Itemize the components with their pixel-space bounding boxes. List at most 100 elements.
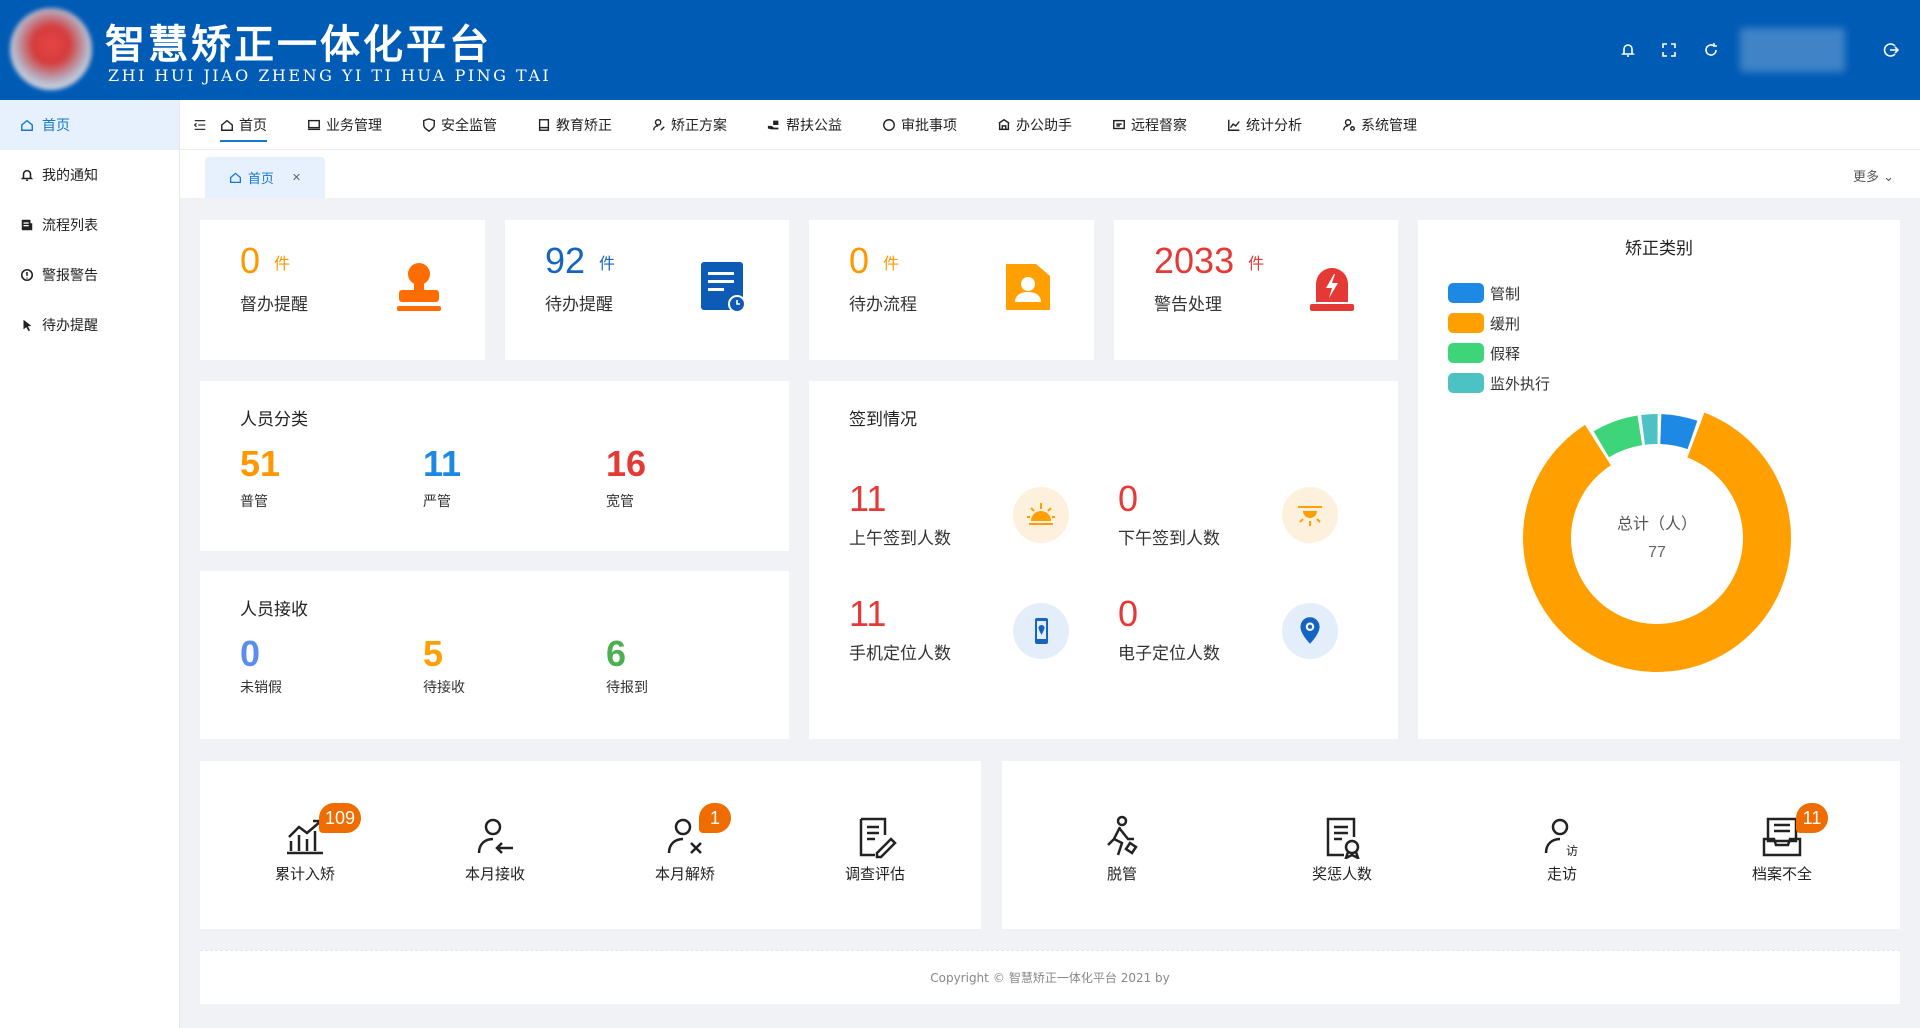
- nav-label: 教育矫正: [556, 117, 612, 134]
- stat-card-warning[interactable]: 2033 件 警告处理: [1114, 220, 1398, 360]
- nav-label: 首页: [239, 117, 267, 134]
- quick-survey-assess[interactable]: 调查评估: [825, 815, 925, 884]
- sidebar-item-todo[interactable]: 待办提醒: [0, 300, 179, 350]
- sunrise-icon: [1013, 487, 1069, 543]
- stat-label: 督办提醒: [240, 295, 308, 315]
- bell-icon[interactable]: [1618, 40, 1638, 60]
- signin-pm-label: 下午签到人数: [1118, 529, 1220, 549]
- hand-icon: [767, 120, 779, 129]
- nav-education[interactable]: 教育矫正: [537, 100, 612, 150]
- line-chart-icon: [1228, 119, 1240, 131]
- sidebar-item-home[interactable]: 首页: [0, 100, 179, 150]
- count-badge: 1: [699, 803, 731, 833]
- count-pending-receive: 5: [423, 633, 444, 674]
- stat-label: 待办提醒: [545, 295, 613, 315]
- phone-location-icon: [1013, 603, 1069, 659]
- donut-slice-监外执行[interactable]: [1641, 414, 1658, 445]
- sidebar-item-notice[interactable]: 我的通知: [0, 150, 179, 200]
- logo: [10, 8, 92, 90]
- message-icon: [1113, 119, 1125, 129]
- nav-label: 矫正方案: [671, 117, 727, 134]
- quick-reward-punish[interactable]: 奖惩人数: [1292, 815, 1392, 884]
- nav-label: 安全监管: [441, 117, 497, 134]
- sidebar: 首页 我的通知 流程列表 警报警告 待办提醒: [0, 100, 180, 1028]
- count-unreturned: 0: [240, 633, 261, 674]
- nav-home[interactable]: 首页: [220, 100, 267, 150]
- close-icon[interactable]: ✕: [292, 171, 301, 184]
- tab-home[interactable]: 首页 ✕: [205, 157, 325, 198]
- user-settings-icon: [1343, 118, 1355, 131]
- stat-value: 0件: [240, 240, 291, 281]
- stat-card-todo[interactable]: 92 件 待办提醒: [505, 220, 789, 360]
- stat-value: 0件: [849, 240, 900, 281]
- stat-value: 92 件: [545, 240, 616, 281]
- signin-am-count: 11: [849, 478, 887, 519]
- sidebar-item-flow[interactable]: 流程列表: [0, 200, 179, 250]
- sidebar-item-label: 流程列表: [42, 218, 98, 234]
- logout-icon[interactable]: [1881, 40, 1901, 60]
- quick-month-released[interactable]: 本月解矫 1: [635, 803, 735, 884]
- certificate-icon: [1326, 817, 1360, 859]
- count-loose: 16: [606, 443, 647, 484]
- copyright-icon: ©: [992, 970, 1005, 985]
- nav-plan[interactable]: 矫正方案: [652, 100, 727, 150]
- stat-card-supervise[interactable]: 0件 督办提醒: [200, 220, 485, 360]
- nav-remote[interactable]: 远程督察: [1112, 100, 1187, 150]
- label-loose: 宽管: [606, 494, 634, 510]
- nav-security[interactable]: 安全监管: [422, 100, 497, 150]
- circle-icon: [883, 118, 895, 131]
- nav-label: 业务管理: [326, 117, 382, 134]
- label-normal: 普管: [240, 494, 268, 510]
- stat-label: 警告处理: [1154, 295, 1222, 315]
- e-location-label: 电子定位人数: [1118, 644, 1220, 664]
- quick-label: 走访: [1546, 865, 1577, 883]
- map-pin-icon: [1282, 603, 1338, 659]
- quick-incomplete-files[interactable]: 档案不全 11: [1732, 803, 1832, 884]
- footer-brand: 智慧矫正一体化平台 2021 by: [1008, 971, 1170, 985]
- quick-label: 奖惩人数: [1311, 865, 1372, 883]
- quick-escaped[interactable]: 脱管: [1072, 815, 1172, 884]
- home-icon: [21, 119, 33, 131]
- edit-document-icon: [859, 817, 897, 859]
- nav-stats[interactable]: 统计分析: [1227, 100, 1302, 150]
- stat-card-flow[interactable]: 0件 待办流程: [809, 220, 1094, 360]
- nav-business[interactable]: 业务管理: [307, 100, 382, 150]
- chart-center-label: 总计（人）: [1617, 514, 1697, 533]
- nav-approval[interactable]: 审批事项: [882, 100, 957, 150]
- sidebar-item-alert[interactable]: 警报警告: [0, 250, 179, 300]
- footer: Copyright © 智慧矫正一体化平台 2021 by: [200, 950, 1900, 1004]
- sidebar-item-label: 警报警告: [42, 268, 98, 284]
- stamp-icon: [397, 263, 441, 311]
- section-title: 签到情况: [849, 410, 917, 430]
- e-location-count: 0: [1118, 593, 1139, 634]
- quick-visit[interactable]: 访 走访: [1512, 815, 1612, 884]
- user-info[interactable]: [1740, 28, 1845, 72]
- more-dropdown[interactable]: 更多 ⌄: [1853, 166, 1894, 185]
- user-receive-icon: [477, 818, 513, 854]
- donut-slice-缓刑[interactable]: [1523, 412, 1791, 672]
- tabs-bar: 首页 ✕ 更多 ⌄: [180, 150, 1920, 198]
- menu-fold-icon[interactable]: [180, 118, 220, 132]
- section-title: 人员接收: [240, 600, 308, 620]
- donut-slice-管制[interactable]: [1660, 414, 1698, 450]
- count-badge: 11: [1796, 803, 1828, 833]
- signin-pm-count: 0: [1118, 478, 1139, 519]
- refresh-icon[interactable]: [1701, 40, 1721, 60]
- sidebar-item-label: 待办提醒: [42, 318, 98, 334]
- home-icon: [221, 119, 233, 131]
- phone-location-count: 11: [849, 593, 887, 634]
- nav-label: 办公助手: [1016, 117, 1072, 134]
- nav-welfare[interactable]: 帮扶公益: [767, 100, 842, 150]
- bell-icon: [20, 169, 34, 182]
- fullscreen-icon[interactable]: [1659, 40, 1679, 60]
- count-normal: 51: [240, 443, 281, 484]
- quick-month-received[interactable]: 本月接收: [445, 815, 545, 884]
- quick-total-enrolled[interactable]: 累计入矫 109: [255, 803, 362, 884]
- nav-office[interactable]: 办公助手: [997, 100, 1072, 150]
- user-visit-icon: 访: [1544, 818, 1578, 858]
- app-subtitle: ZHI HUI JIAO ZHENG YI TI HUA PING TAI: [108, 66, 552, 85]
- nav-label: 远程督察: [1131, 117, 1187, 134]
- monitor-icon: [307, 119, 321, 130]
- nav-system[interactable]: 系统管理: [1342, 100, 1417, 150]
- quick-label: 调查评估: [844, 865, 905, 883]
